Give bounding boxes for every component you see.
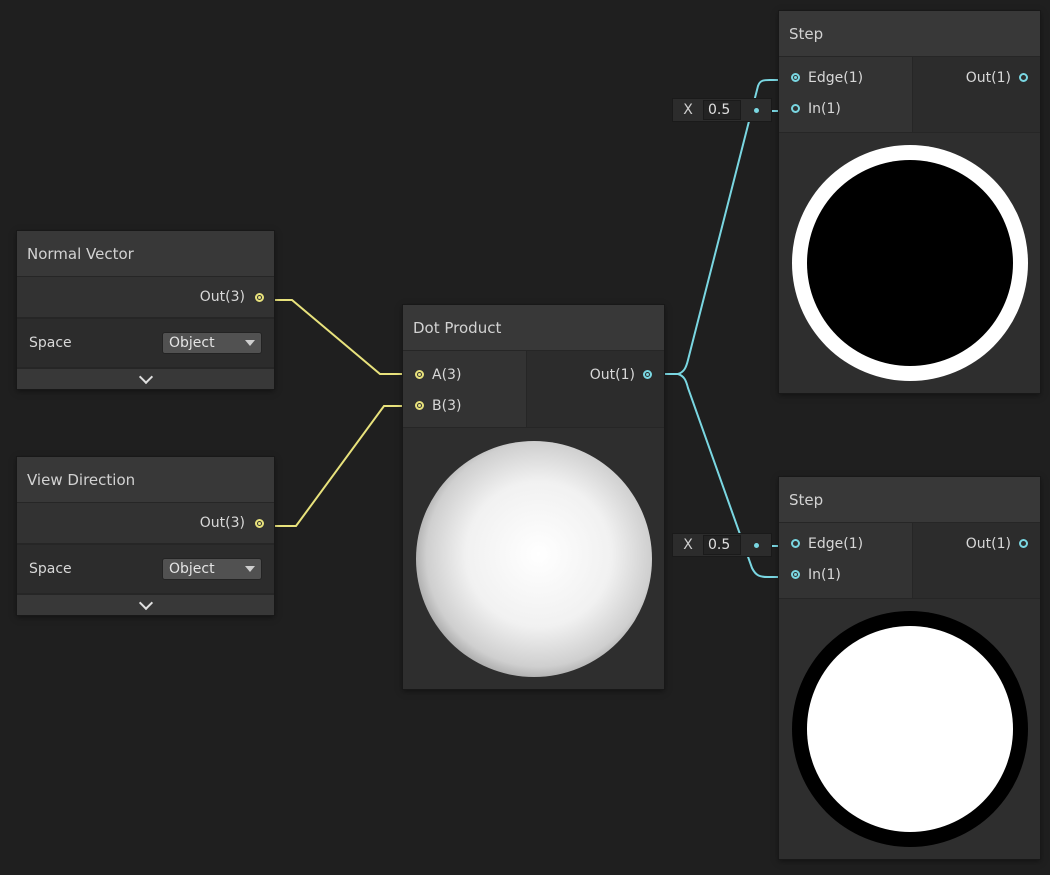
normal-vector-node[interactable]: Normal Vector Out(3) Space Object (17, 231, 274, 389)
ports-section: Edge(1) In(1) Out(1) (779, 523, 1040, 599)
chevron-down-icon (138, 595, 153, 610)
preview-area (403, 428, 664, 689)
input-ports: Edge(1) In(1) (779, 57, 913, 132)
space-value: Object (169, 561, 215, 577)
output-port[interactable] (1019, 539, 1028, 548)
space-label: Space (29, 335, 72, 351)
space-label: Space (29, 561, 72, 577)
output-label: Out(1) (965, 69, 1011, 86)
input-in[interactable]: In(1) (779, 93, 912, 124)
wire-view-to-b[interactable] (262, 405, 410, 527)
input-a[interactable]: A(3) (403, 359, 526, 390)
x-value-input[interactable]: 0.5 (703, 535, 741, 555)
connector-dot-icon (753, 542, 759, 548)
output-ports: Out(1) (913, 57, 1040, 132)
input-label-edge: Edge(1) (808, 69, 864, 86)
input-in[interactable]: In(1) (779, 559, 912, 590)
input-port-edge[interactable] (791, 539, 800, 548)
node-title[interactable]: View Direction (17, 457, 274, 503)
output-label: Out(3) (199, 289, 245, 305)
output[interactable]: Out(1) (913, 62, 1040, 93)
input-port-a[interactable] (415, 370, 424, 379)
output-label: Out(1) (965, 535, 1011, 552)
node-title[interactable]: Normal Vector (17, 231, 274, 277)
output-ports: Out(1) (527, 351, 664, 427)
output-row: Out(3) (17, 503, 274, 545)
input-edge[interactable]: Edge(1) (779, 62, 912, 93)
x-value-input[interactable]: 0.5 (703, 100, 741, 120)
x-label: X (683, 102, 693, 118)
output-label: Out(3) (199, 515, 245, 531)
x-connector (741, 107, 771, 113)
expand-toggle[interactable] (17, 593, 274, 615)
node-title[interactable]: Dot Product (403, 305, 664, 351)
input-label-edge: Edge(1) (808, 535, 864, 552)
node-title[interactable]: Step (779, 11, 1040, 57)
dropdown-arrow-icon (245, 566, 255, 572)
input-label-a: A(3) (432, 366, 462, 383)
step-node-bottom[interactable]: Step Edge(1) In(1) Out(1) (779, 477, 1040, 859)
step-top-edge-default[interactable]: X 0.5 (673, 99, 771, 121)
preview-area (779, 599, 1040, 859)
expand-toggle[interactable] (17, 367, 274, 389)
connector-dot-icon (753, 107, 759, 113)
space-value: Object (169, 335, 215, 351)
x-label: X (683, 537, 693, 553)
space-dropdown[interactable]: Object (162, 558, 262, 580)
input-edge[interactable]: Edge(1) (779, 528, 912, 559)
wire-dot-to-step-top-edge[interactable] (652, 79, 790, 375)
output-row: Out(3) (17, 277, 274, 319)
dot-product-node[interactable]: Dot Product A(3) B(3) Out(1) (403, 305, 664, 689)
input-b[interactable]: B(3) (403, 390, 526, 421)
view-direction-node[interactable]: View Direction Out(3) Space Object (17, 457, 274, 615)
center-white (806, 626, 1013, 832)
input-label-in: In(1) (808, 100, 841, 117)
dropdown-arrow-icon (245, 340, 255, 346)
output[interactable]: Out(1) (913, 528, 1040, 559)
step-node-top[interactable]: Step Edge(1) In(1) Out(1) (779, 11, 1040, 393)
input-ports: Edge(1) In(1) (779, 523, 913, 598)
input-ports: A(3) B(3) (403, 351, 527, 427)
output[interactable]: Out(1) (527, 359, 664, 390)
ports-section: A(3) B(3) Out(1) (403, 351, 664, 428)
wire-normal-to-a[interactable] (262, 299, 410, 375)
ports-section: Edge(1) In(1) Out(1) (779, 57, 1040, 133)
input-port-b[interactable] (415, 401, 424, 410)
input-port-edge[interactable] (791, 73, 800, 82)
node-title[interactable]: Step (779, 477, 1040, 523)
output-port[interactable] (643, 370, 652, 379)
step-bottom-in-default[interactable]: X 0.5 (673, 534, 771, 556)
sphere-preview (415, 440, 652, 677)
space-dropdown[interactable]: Object (162, 332, 262, 354)
input-label-b: B(3) (432, 397, 462, 414)
input-port-in[interactable] (791, 570, 800, 579)
sphere-shape (415, 440, 652, 677)
output-label: Out(1) (589, 366, 635, 383)
step-preview-bottom (791, 611, 1028, 847)
chevron-down-icon (138, 369, 153, 384)
input-port-in[interactable] (791, 104, 800, 113)
step-preview-top (791, 145, 1028, 381)
output-port[interactable] (255, 518, 264, 528)
space-row: Space Object (17, 319, 274, 367)
input-label-in: In(1) (808, 566, 841, 583)
output-port[interactable] (1019, 73, 1028, 82)
x-connector (741, 542, 771, 548)
output-ports: Out(1) (913, 523, 1040, 598)
space-row: Space Object (17, 545, 274, 593)
output-port[interactable] (255, 292, 264, 302)
center-black (806, 160, 1013, 366)
preview-area (779, 133, 1040, 393)
